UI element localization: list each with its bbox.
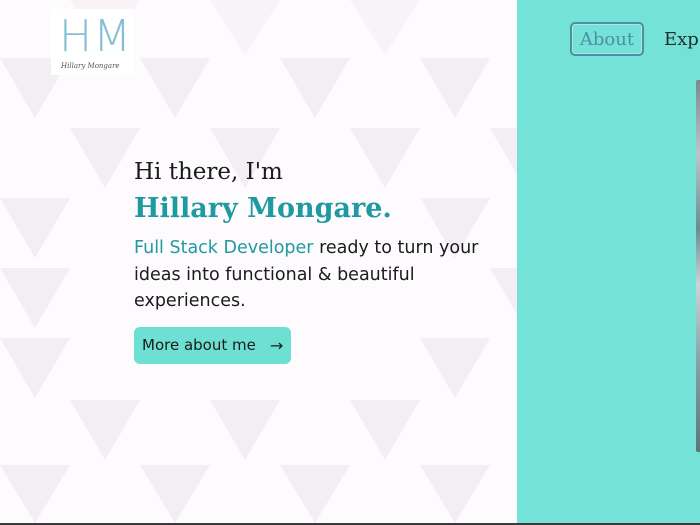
logo-signature: Hillary Mongare (61, 62, 120, 70)
nav-item-about[interactable]: About (570, 22, 644, 56)
profile-photo (696, 80, 700, 452)
hero-intro: Hi there, I'm Hillary Mongare. Full Stac… (134, 155, 504, 364)
cta-label: More about me (142, 336, 256, 354)
logo-monogram: HM (59, 11, 133, 62)
hero-name: Hillary Mongare. (134, 193, 392, 224)
more-about-me-button[interactable]: More about me → (134, 326, 292, 364)
hero-image-panel (517, 0, 700, 523)
hero-tagline: Full Stack Developer ready to turn your … (134, 235, 504, 315)
main-nav: About Exp (570, 22, 699, 56)
page: HM Hillary Mongare About Exp Hi there, I… (0, 0, 700, 525)
logo[interactable]: HM Hillary Mongare (51, 9, 133, 75)
hero-role: Full Stack Developer (134, 238, 314, 258)
arrow-right-icon: → (269, 335, 284, 355)
hero-greeting: Hi there, I'm (134, 159, 283, 185)
nav-item-experience[interactable]: Exp (664, 29, 699, 50)
